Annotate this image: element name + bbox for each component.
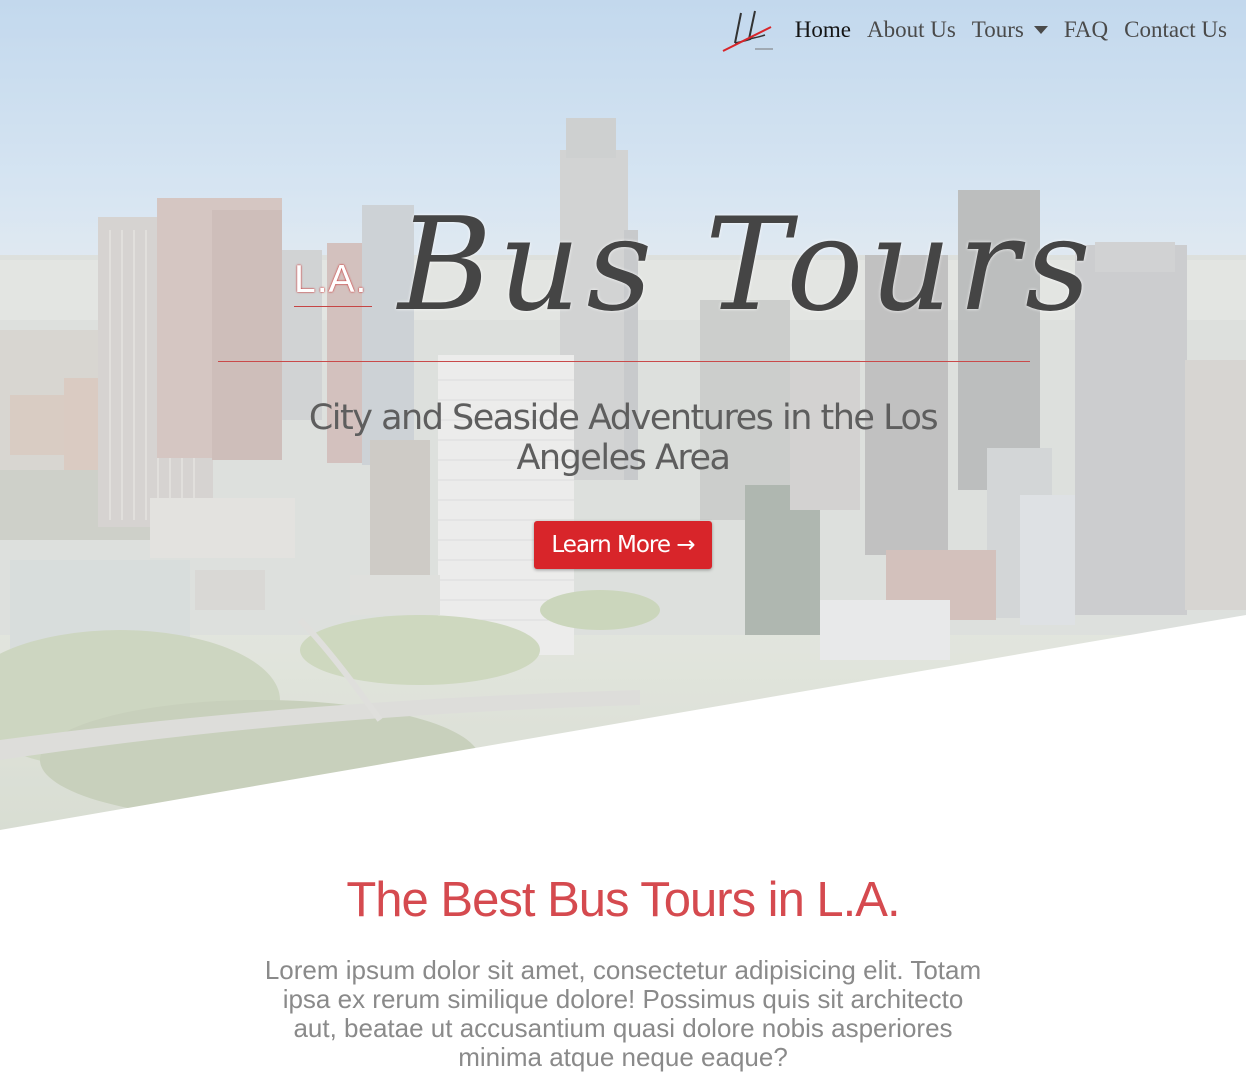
section-body-text: Lorem ipsum dolor sit amet, consectetur … [264, 955, 982, 1072]
hero-brand-title: L.A. Bus Tours [218, 190, 1091, 362]
nav-item-about-us[interactable]: About Us [867, 17, 956, 43]
la-bus-tours-logo-icon[interactable] [721, 5, 777, 55]
main-navbar: Home About Us Tours FAQ Contact Us [721, 0, 1246, 60]
chevron-down-icon [1033, 25, 1048, 34]
nav-item-home[interactable]: Home [795, 17, 851, 43]
brand-prefix: L.A. [294, 258, 368, 301]
nav-item-faq[interactable]: FAQ [1064, 17, 1108, 43]
brand-prefix-underline [294, 306, 372, 307]
brand-name: Bus Tours [398, 191, 1097, 340]
learn-more-button[interactable]: Learn More → [534, 521, 712, 569]
section-title: The Best Bus Tours in L.A. [346, 873, 900, 927]
nav-item-tours[interactable]: Tours [972, 17, 1048, 43]
hero-tagline: City and Seaside Adventures in the Los A… [308, 398, 939, 478]
hero-divider [218, 361, 1030, 362]
nav-item-contact-us[interactable]: Contact Us [1124, 17, 1227, 43]
nav-links: Home About Us Tours FAQ Contact Us [795, 17, 1246, 43]
nav-item-tours-label: Tours [971, 17, 1024, 42]
